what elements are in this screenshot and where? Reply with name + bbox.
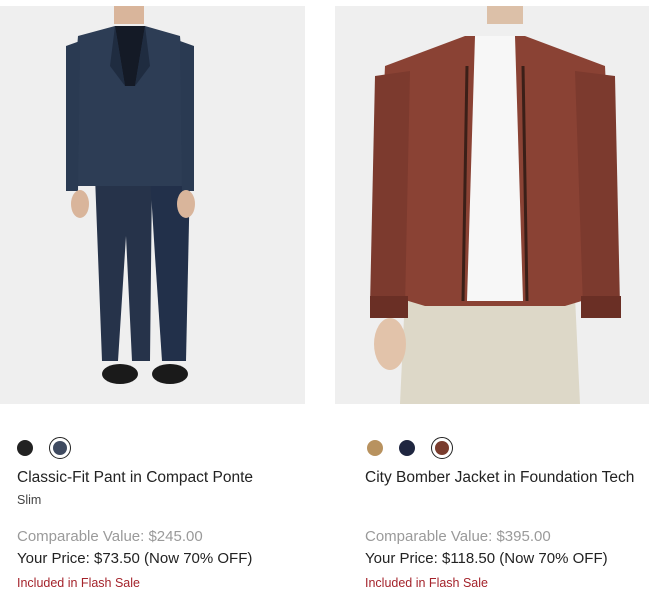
color-swatch-navy[interactable] — [399, 440, 415, 456]
color-swatch-navy-selected[interactable] — [49, 437, 71, 459]
product-image[interactable] — [0, 6, 305, 404]
color-swatches — [367, 437, 469, 459]
suit-model-illustration — [0, 6, 305, 404]
your-price: Your Price: $118.50 (Now 70% OFF) — [365, 550, 608, 567]
product-card[interactable]: Classic-Fit Pant in Compact Ponte Slim C… — [0, 0, 305, 590]
flash-sale-badge: Included in Flash Sale — [17, 576, 140, 590]
product-image[interactable] — [335, 6, 649, 404]
your-price: Your Price: $73.50 (Now 70% OFF) — [17, 550, 253, 567]
product-card[interactable]: City Bomber Jacket in Foundation Tech Co… — [335, 0, 649, 590]
product-title[interactable]: City Bomber Jacket in Foundation Tech — [365, 467, 635, 489]
color-swatches — [17, 437, 87, 459]
flash-sale-badge: Included in Flash Sale — [365, 576, 488, 590]
product-title[interactable]: Classic-Fit Pant in Compact Ponte — [17, 467, 297, 489]
comparable-value: Comparable Value: $245.00 — [17, 528, 203, 545]
color-swatch-tan[interactable] — [367, 440, 383, 456]
color-swatch-rust-selected[interactable] — [431, 437, 453, 459]
bomber-jacket-model-illustration — [335, 6, 649, 404]
color-swatch-black[interactable] — [17, 440, 33, 456]
product-fit: Slim — [17, 493, 42, 507]
comparable-value: Comparable Value: $395.00 — [365, 528, 551, 545]
